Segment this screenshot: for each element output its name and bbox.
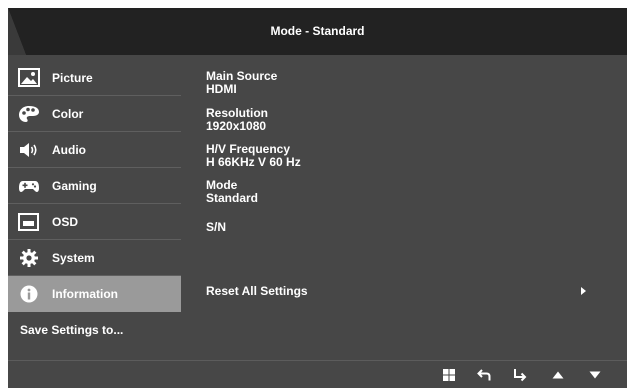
reset-all-settings-label: Reset All Settings [206, 284, 308, 298]
chevron-right-icon [581, 287, 586, 295]
sidebar-item-label: System [52, 251, 95, 265]
sidebar-item-label: Audio [52, 143, 86, 157]
header-bar: Mode - Standard [8, 8, 627, 55]
menu-grid-icon[interactable] [442, 368, 456, 382]
sidebar: Picture Color Audio Gaming OSD System In… [8, 60, 181, 312]
palette-icon [19, 106, 39, 122]
resolution-value: 1920x1080 [206, 119, 267, 133]
back-icon[interactable] [477, 368, 491, 382]
sidebar-item-picture[interactable]: Picture [8, 60, 181, 96]
sidebar-item-label: Gaming [52, 179, 97, 193]
sidebar-item-audio[interactable]: Audio [8, 132, 181, 168]
mode-title: Mode - Standard [270, 24, 365, 38]
gamepad-icon [19, 181, 39, 192]
save-settings-button[interactable]: Save Settings to... [20, 321, 123, 339]
gear-icon [20, 249, 38, 267]
sidebar-item-system[interactable]: System [8, 240, 181, 276]
sidebar-item-label: Information [52, 287, 118, 301]
sidebar-item-label: Picture [52, 71, 93, 85]
mode-value: Standard [206, 191, 259, 205]
osd-window-icon [18, 213, 39, 231]
main-source-value: HDMI [206, 82, 237, 96]
info-icon [20, 285, 38, 303]
footer-bar [8, 361, 627, 388]
serial-number-label: S/N [206, 220, 227, 234]
sidebar-item-label: Color [52, 107, 84, 121]
picture-icon [18, 68, 40, 87]
sidebar-item-gaming[interactable]: Gaming [8, 168, 181, 204]
up-arrow-icon[interactable] [551, 368, 565, 382]
sidebar-item-color[interactable]: Color [8, 96, 181, 132]
sidebar-item-information[interactable]: Information [8, 276, 181, 312]
sidebar-item-label: OSD [52, 215, 79, 229]
frequency-value: H 66KHz V 60 Hz [206, 155, 301, 169]
osd-menu: Mode - Standard Picture Color Audio Gami… [8, 8, 627, 388]
reset-all-settings-button[interactable]: Reset All Settings [206, 282, 596, 300]
down-arrow-icon[interactable] [588, 368, 602, 382]
speaker-icon [20, 143, 37, 157]
enter-icon[interactable] [513, 368, 527, 382]
sidebar-item-osd[interactable]: OSD [8, 204, 181, 240]
